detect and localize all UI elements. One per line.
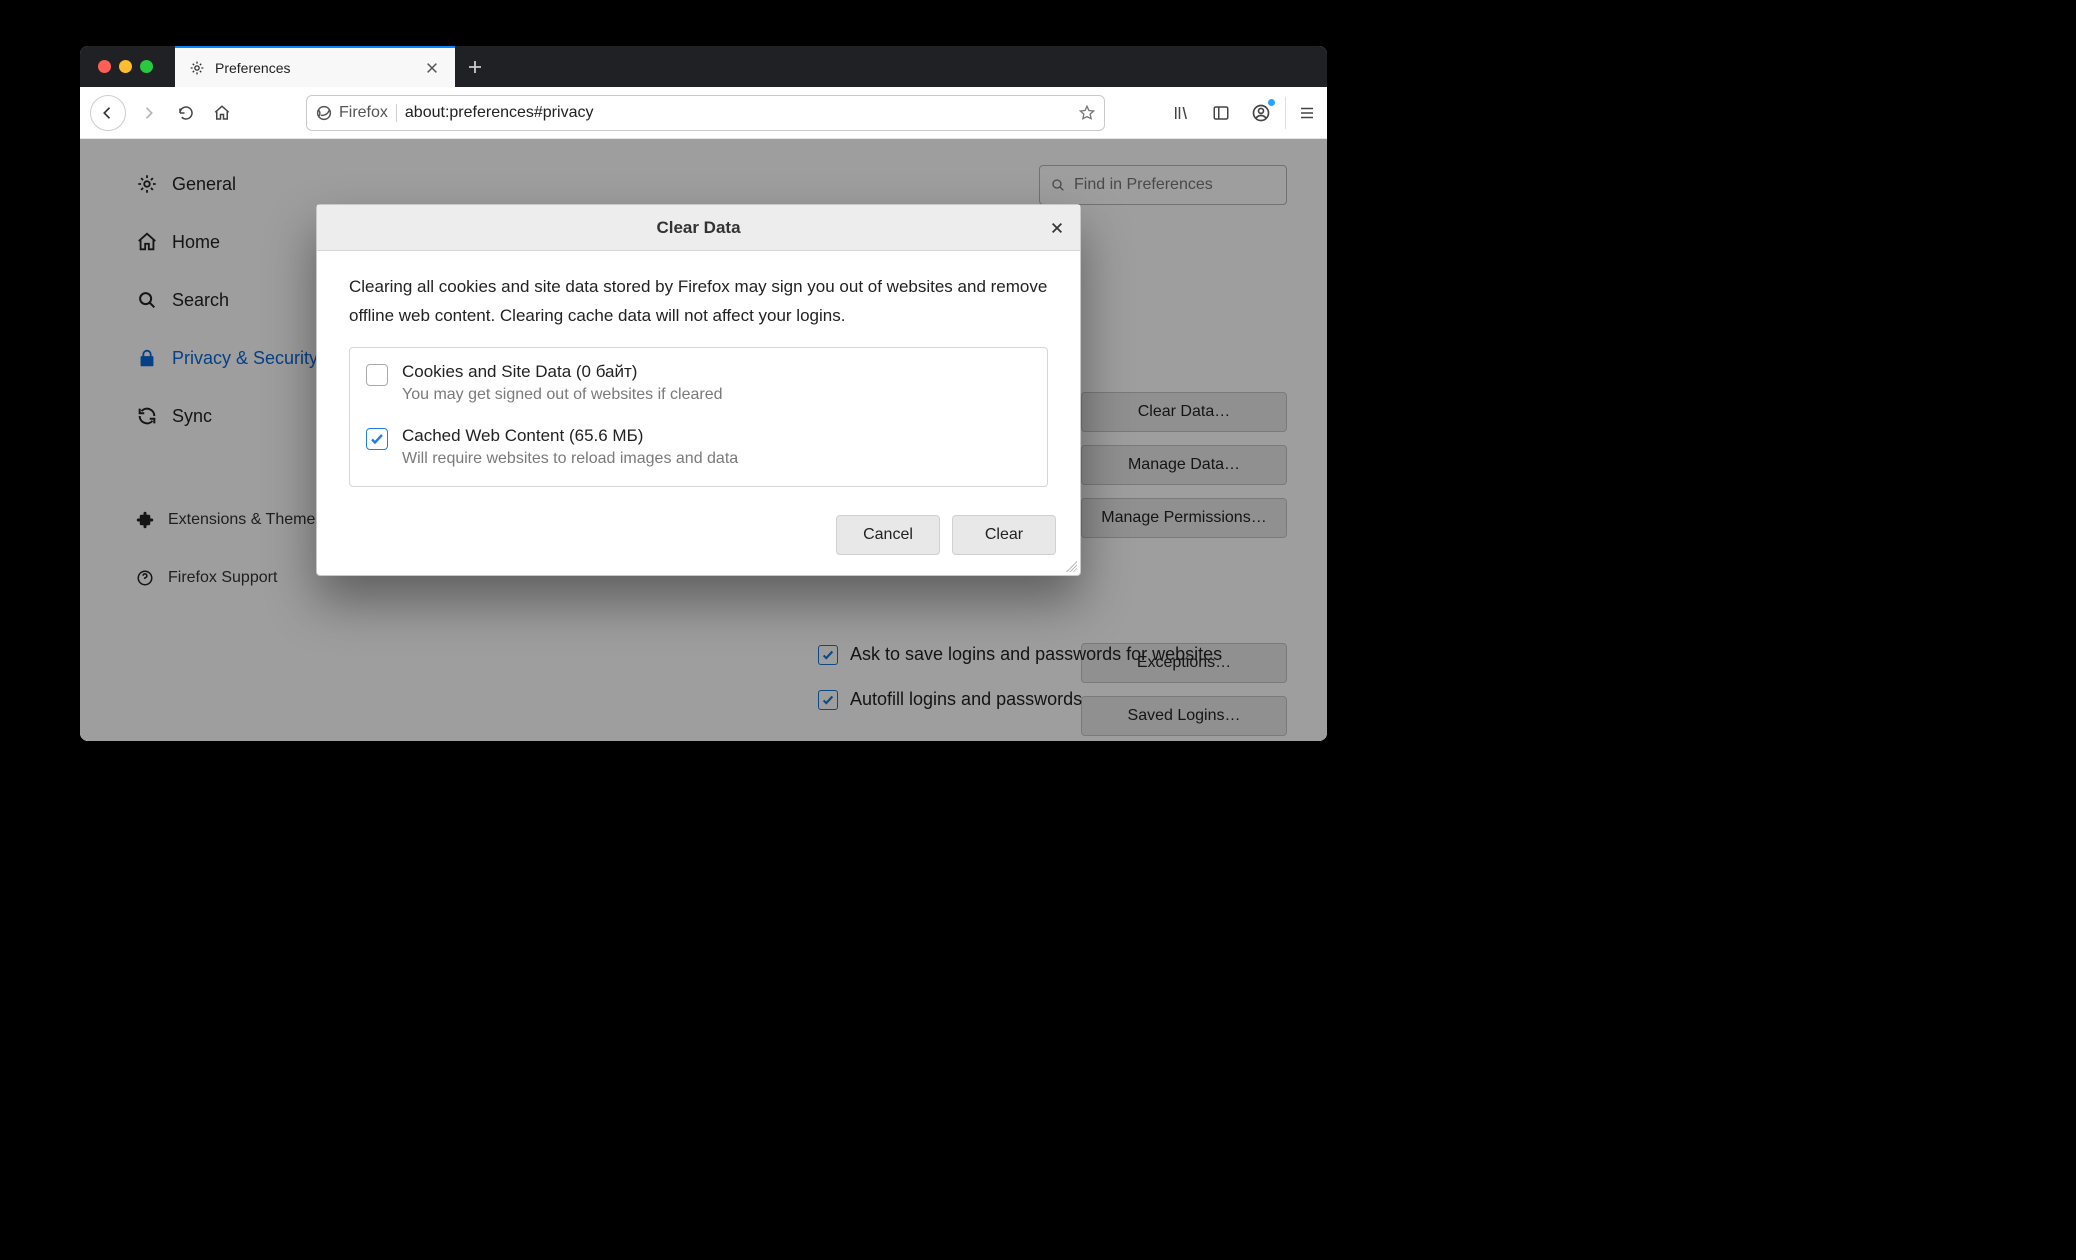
- reload-button[interactable]: [170, 97, 202, 129]
- notification-dot-icon: [1268, 99, 1275, 106]
- dialog-close-button[interactable]: [1044, 215, 1070, 241]
- tab-title: Preferences: [215, 60, 411, 76]
- identity-label: Firefox: [339, 104, 388, 122]
- home-button[interactable]: [206, 97, 238, 129]
- clear-button[interactable]: Clear: [952, 515, 1056, 555]
- option-title: Cookies and Site Data (0 байт): [402, 362, 723, 382]
- cancel-button[interactable]: Cancel: [836, 515, 940, 555]
- account-button[interactable]: [1245, 97, 1277, 129]
- library-button[interactable]: [1165, 97, 1197, 129]
- sidebar-button[interactable]: [1205, 97, 1237, 129]
- option-subtitle: Will require websites to reload images a…: [402, 450, 738, 468]
- dialog-title: Clear Data: [656, 218, 740, 238]
- dialog-options: Cookies and Site Data (0 байт) You may g…: [349, 347, 1048, 487]
- url-bar[interactable]: Firefox about:preferences#privacy: [306, 95, 1105, 131]
- new-tab-button[interactable]: [455, 46, 495, 87]
- checkbox-icon: [366, 428, 388, 450]
- firefox-icon: [315, 104, 333, 122]
- preferences-content: General Home Search Privacy & Security S…: [80, 139, 1327, 741]
- bookmark-star-icon[interactable]: [1078, 104, 1096, 122]
- url-text: about:preferences#privacy: [405, 104, 594, 122]
- forward-button[interactable]: [130, 95, 166, 131]
- checkbox-icon: [366, 364, 388, 386]
- gear-icon: [189, 60, 205, 76]
- dialog-header: Clear Data: [317, 205, 1080, 251]
- browser-window: Preferences Firefox: [80, 46, 1327, 741]
- dialog-description: Clearing all cookies and site data store…: [349, 273, 1048, 331]
- clear-data-dialog: Clear Data Clearing all cookies and site…: [316, 204, 1081, 576]
- option-subtitle: You may get signed out of websites if cl…: [402, 386, 723, 404]
- navigation-toolbar: Firefox about:preferences#privacy: [80, 87, 1327, 139]
- window-minimize-button[interactable]: [119, 60, 132, 73]
- tab-preferences[interactable]: Preferences: [175, 46, 455, 87]
- option-title: Cached Web Content (65.6 МБ): [402, 426, 738, 446]
- window-close-button[interactable]: [98, 60, 111, 73]
- window-maximize-button[interactable]: [140, 60, 153, 73]
- tab-strip: Preferences: [80, 46, 1327, 87]
- dialog-body: Clearing all cookies and site data store…: [317, 251, 1080, 495]
- cached-web-content-option[interactable]: Cached Web Content (65.6 МБ) Will requir…: [366, 426, 1031, 468]
- back-button[interactable]: [90, 95, 126, 131]
- identity-box[interactable]: Firefox: [315, 104, 397, 122]
- cookies-site-data-option[interactable]: Cookies and Site Data (0 байт) You may g…: [366, 362, 1031, 404]
- resize-grip-icon[interactable]: [1063, 558, 1077, 572]
- tab-close-button[interactable]: [421, 57, 443, 79]
- toolbar-actions: [1165, 97, 1317, 129]
- window-controls: [80, 46, 175, 87]
- dialog-footer: Cancel Clear: [317, 495, 1080, 575]
- menu-button[interactable]: [1285, 97, 1317, 129]
